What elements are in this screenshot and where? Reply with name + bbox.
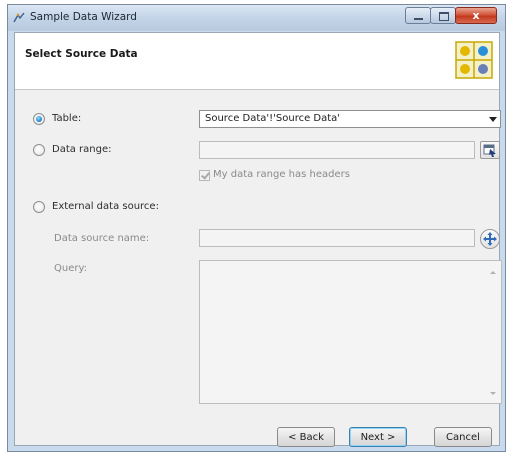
close-button[interactable]: x [455,7,497,24]
chevron-down-icon[interactable] [489,117,497,122]
back-button[interactable]: < Back [277,427,335,447]
table-select-value: Source Data'!'Source Data' [205,113,341,124]
range-select-button[interactable] [480,141,500,159]
wizard-body: Select Source Data Table: Source Data'!'… [14,32,502,447]
query-textarea[interactable] [199,260,502,404]
data-range-label: Data range: [52,144,112,155]
browse-data-source-button[interactable] [480,229,500,249]
wizard-header: Select Source Data [15,33,499,90]
external-source-label: External data source: [52,201,159,212]
next-button[interactable]: Next > [349,427,407,447]
title-bar[interactable]: Sample Data Wizard x [8,5,505,31]
table-select[interactable]: Source Data'!'Source Data' [199,110,501,128]
scroll-down-icon[interactable] [490,392,496,395]
external-source-radio[interactable] [33,201,45,213]
data-range-radio[interactable] [33,144,45,156]
browse-data-source-icon [483,232,497,246]
page-title: Select Source Data [25,48,138,60]
close-icon: x [472,9,480,22]
wizard-app-icon [13,12,25,23]
wizard-window: Sample Data Wizard x Select Source Data … [7,4,506,452]
maximize-button[interactable] [430,7,456,24]
minimize-button[interactable] [405,7,431,24]
cancel-button[interactable]: Cancel [434,427,492,447]
window-title: Sample Data Wizard [30,11,137,23]
query-label: Query: [54,263,88,274]
headers-checkbox-label: My data range has headers [213,169,350,180]
maximize-icon [431,8,455,23]
table-label: Table: [52,113,82,124]
minimize-icon [406,8,430,23]
scroll-up-icon[interactable] [490,271,496,274]
sample-data-grid-icon [455,41,493,79]
data-source-name-label: Data source name: [54,233,150,244]
window-controls: x [405,7,497,25]
headers-checkbox[interactable] [199,170,210,181]
data-range-input[interactable] [199,141,475,159]
data-source-name-input[interactable] [199,229,475,247]
table-radio[interactable] [33,113,45,125]
range-select-icon [483,144,496,157]
